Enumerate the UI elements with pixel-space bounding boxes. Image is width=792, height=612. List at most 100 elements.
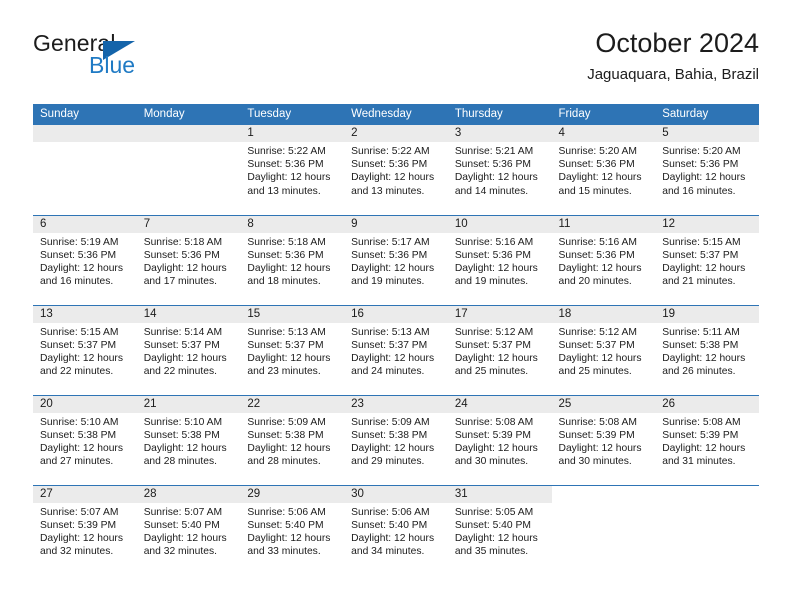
calendar-cell-day-23[interactable]: 23 Sunrise: 5:09 AM Sunset: 5:38 PM Dayligh… (344, 394, 448, 485)
sunset-text: Sunset: 5:38 PM (662, 339, 739, 351)
day-cell: 23 Sunrise: 5:09 AM Sunset: 5:38 PM Dayligh… (344, 395, 448, 485)
calendar-cell-day-24[interactable]: 24 Sunrise: 5:08 AM Sunset: 5:39 PM Dayligh… (447, 394, 552, 485)
day-details: Sunrise: 5:06 AM Sunset: 5:40 PM Daylight:… (240, 503, 344, 559)
day-cell: 27 Sunrise: 5:07 AM Sunset: 5:39 PM Dayligh… (33, 485, 137, 576)
calendar-cell-day-28[interactable]: 28 Sunrise: 5:07 AM Sunset: 5:40 PM Dayligh… (136, 484, 241, 575)
calendar-cell-day-29[interactable]: 29 Sunrise: 5:06 AM Sunset: 5:40 PM Dayligh… (240, 484, 345, 575)
calendar-cell-day-11[interactable]: 11 Sunrise: 5:16 AM Sunset: 5:36 PM Dayligh… (551, 214, 656, 305)
calendar-cell-day-19[interactable]: 19 Sunrise: 5:11 AM Sunset: 5:38 PM Dayligh… (655, 304, 759, 395)
day-cell: 31 Sunrise: 5:05 AM Sunset: 5:40 PM Dayligh… (447, 485, 552, 576)
sunrise-text: Sunrise: 5:18 AM (247, 236, 326, 248)
daylight-text-line2: and 14 minutes. (454, 185, 529, 197)
daylight-text-line1: Daylight: 12 hours (558, 352, 642, 364)
daylight-text-line1: Daylight: 12 hours (662, 262, 746, 274)
daylight-text-line2: and 29 minutes. (351, 456, 425, 468)
day-details: Sunrise: 5:20 AM Sunset: 5:36 PM Daylight:… (552, 142, 656, 198)
sunrise-text: Sunrise: 5:10 AM (143, 416, 223, 428)
day-cell (552, 486, 656, 576)
day-cell: 8 Sunrise: 5:18 AM Sunset: 5:36 PM Daylight… (240, 215, 345, 305)
calendar-cell-day-22[interactable]: 22 Sunrise: 5:09 AM Sunset: 5:38 PM Dayligh… (240, 394, 345, 485)
daylight-text-line1: Daylight: 12 hours (247, 172, 331, 184)
daylight-text-line1: Daylight: 12 hours (40, 352, 123, 364)
daylight-text-line1: Daylight: 12 hours (247, 532, 331, 544)
sunset-text: Sunset: 5:37 PM (143, 339, 220, 351)
calendar-cell-day-18[interactable]: 18 Sunrise: 5:12 AM Sunset: 5:37 PM Dayligh… (551, 304, 656, 395)
calendar-cell-day-17[interactable]: 17 Sunrise: 5:12 AM Sunset: 5:37 PM Dayligh… (447, 304, 552, 395)
daylight-text-line1: Daylight: 12 hours (351, 442, 435, 454)
day-cell: 13 Sunrise: 5:15 AM Sunset: 5:37 PM Dayligh… (33, 305, 137, 395)
sunset-text: Sunset: 5:36 PM (454, 249, 531, 261)
day-number: 20 (33, 395, 137, 413)
calendar-cell-day-1[interactable]: 1 Sunrise: 5:22 AM Sunset: 5:36 PM Daylight… (240, 125, 345, 215)
daylight-text-line1: Daylight: 12 hours (247, 352, 331, 364)
daylight-text-line2: and 32 minutes. (143, 546, 217, 558)
calendar-cell-day-6[interactable]: 6 Sunrise: 5:19 AM Sunset: 5:36 PM Daylight… (33, 214, 137, 305)
day-number: 8 (240, 215, 345, 233)
daylight-text-line2: and 33 minutes. (247, 546, 321, 558)
calendar-cell-day-26[interactable]: 26 Sunrise: 5:08 AM Sunset: 5:39 PM Dayligh… (655, 394, 759, 485)
calendar-cell-day-12[interactable]: 12 Sunrise: 5:15 AM Sunset: 5:37 PM Dayligh… (655, 214, 759, 305)
daylight-text-line2: and 20 minutes. (558, 276, 632, 288)
calendar-cell-day-20[interactable]: 20 Sunrise: 5:10 AM Sunset: 5:38 PM Dayligh… (33, 394, 137, 485)
day-details: Sunrise: 5:10 AM Sunset: 5:38 PM Daylight:… (137, 413, 241, 469)
day-cell: 4 Sunrise: 5:20 AM Sunset: 5:36 PM Daylight… (551, 125, 656, 215)
day-cell: 2 Sunrise: 5:22 AM Sunset: 5:36 PM Daylight… (344, 125, 448, 215)
calendar-cell-day-30[interactable]: 30 Sunrise: 5:06 AM Sunset: 5:40 PM Dayligh… (344, 484, 448, 575)
calendar-cell-day-15[interactable]: 15 Sunrise: 5:13 AM Sunset: 5:37 PM Dayligh… (240, 304, 345, 395)
calendar-cell-day-4[interactable]: 4 Sunrise: 5:20 AM Sunset: 5:36 PM Daylight… (551, 125, 656, 215)
calendar-cell-day-7[interactable]: 7 Sunrise: 5:18 AM Sunset: 5:36 PM Daylight… (136, 214, 241, 305)
day-cell: 5 Sunrise: 5:20 AM Sunset: 5:36 PM Daylight… (655, 125, 759, 215)
calendar-cell-day-10[interactable]: 10 Sunrise: 5:16 AM Sunset: 5:36 PM Dayligh… (447, 214, 552, 305)
calendar-cell-day-2[interactable]: 2 Sunrise: 5:22 AM Sunset: 5:36 PM Daylight… (344, 125, 448, 215)
calendar-cell-day-31[interactable]: 31 Sunrise: 5:05 AM Sunset: 5:40 PM Dayligh… (447, 484, 552, 576)
day-cell: 21 Sunrise: 5:10 AM Sunset: 5:38 PM Dayligh… (136, 395, 241, 485)
calendar-cell-day-5[interactable]: 5 Sunrise: 5:20 AM Sunset: 5:36 PM Daylight… (655, 125, 759, 215)
daylight-text-line2: and 32 minutes. (40, 546, 114, 558)
calendar-cell-day-13[interactable]: 13 Sunrise: 5:15 AM Sunset: 5:37 PM Dayligh… (33, 304, 137, 395)
calendar-cell-day-14[interactable]: 14 Sunrise: 5:14 AM Sunset: 5:37 PM Dayligh… (136, 304, 241, 395)
daylight-text-line2: and 22 minutes. (143, 366, 217, 378)
daylight-text-line2: and 31 minutes. (662, 456, 736, 468)
sunrise-text: Sunrise: 5:18 AM (143, 236, 223, 248)
day-details: Sunrise: 5:15 AM Sunset: 5:37 PM Daylight:… (655, 233, 759, 289)
daylight-text-line1: Daylight: 12 hours (247, 262, 331, 274)
day-number: 31 (447, 485, 552, 503)
calendar-week-row: 1 Sunrise: 5:22 AM Sunset: 5:36 PM Daylight… (33, 125, 759, 215)
daylight-text-line2: and 15 minutes. (558, 185, 632, 197)
sunset-text: Sunset: 5:40 PM (454, 519, 531, 531)
page-title: October 2024 (595, 28, 759, 58)
calendar-cell-day-16[interactable]: 16 Sunrise: 5:13 AM Sunset: 5:37 PM Dayligh… (344, 304, 448, 395)
day-cell: 25 Sunrise: 5:08 AM Sunset: 5:39 PM Dayligh… (551, 395, 656, 485)
calendar-cell-day-25[interactable]: 25 Sunrise: 5:08 AM Sunset: 5:39 PM Dayligh… (551, 394, 656, 485)
sunset-text: Sunset: 5:36 PM (351, 249, 428, 261)
daylight-text-line1: Daylight: 12 hours (351, 352, 435, 364)
day-number: 28 (136, 485, 241, 503)
day-number: 13 (33, 305, 137, 323)
day-cell: 22 Sunrise: 5:09 AM Sunset: 5:38 PM Dayligh… (240, 395, 345, 485)
day-number: 3 (447, 125, 552, 142)
calendar-page: General Blue October 2024 Jaguaquara, Ba… (0, 0, 792, 612)
calendar-cell-day-27[interactable]: 27 Sunrise: 5:07 AM Sunset: 5:39 PM Dayligh… (33, 484, 137, 576)
weekday-header-saturday: Saturday (655, 104, 759, 125)
day-details: Sunrise: 5:12 AM Sunset: 5:37 PM Daylight:… (448, 323, 552, 379)
day-number: 19 (655, 305, 759, 323)
daylight-text-line1: Daylight: 12 hours (558, 262, 642, 274)
day-number (655, 486, 759, 503)
daylight-text-line1: Daylight: 12 hours (351, 172, 435, 184)
calendar-cell-day-9[interactable]: 9 Sunrise: 5:17 AM Sunset: 5:36 PM Daylight… (344, 214, 448, 305)
day-number (552, 486, 656, 503)
day-number: 2 (344, 125, 448, 142)
day-number: 11 (551, 215, 656, 233)
sunset-text: Sunset: 5:36 PM (454, 159, 531, 171)
day-number: 5 (655, 125, 759, 142)
day-details: Sunrise: 5:12 AM Sunset: 5:37 PM Daylight:… (552, 323, 656, 379)
calendar-cell-day-3[interactable]: 3 Sunrise: 5:21 AM Sunset: 5:36 PM Daylight… (447, 125, 552, 215)
daylight-text-line2: and 21 minutes. (662, 276, 736, 288)
day-details: Sunrise: 5:18 AM Sunset: 5:36 PM Daylight:… (137, 233, 241, 289)
calendar-cell-day-8[interactable]: 8 Sunrise: 5:18 AM Sunset: 5:36 PM Daylight… (240, 214, 345, 305)
calendar-cell-day-21[interactable]: 21 Sunrise: 5:10 AM Sunset: 5:38 PM Dayligh… (136, 394, 241, 485)
day-number: 27 (33, 485, 137, 503)
page-header: General Blue October 2024 Jaguaquara, Ba… (33, 28, 759, 92)
day-details: Sunrise: 5:22 AM Sunset: 5:36 PM Daylight:… (240, 142, 344, 198)
day-number: 30 (344, 485, 448, 503)
